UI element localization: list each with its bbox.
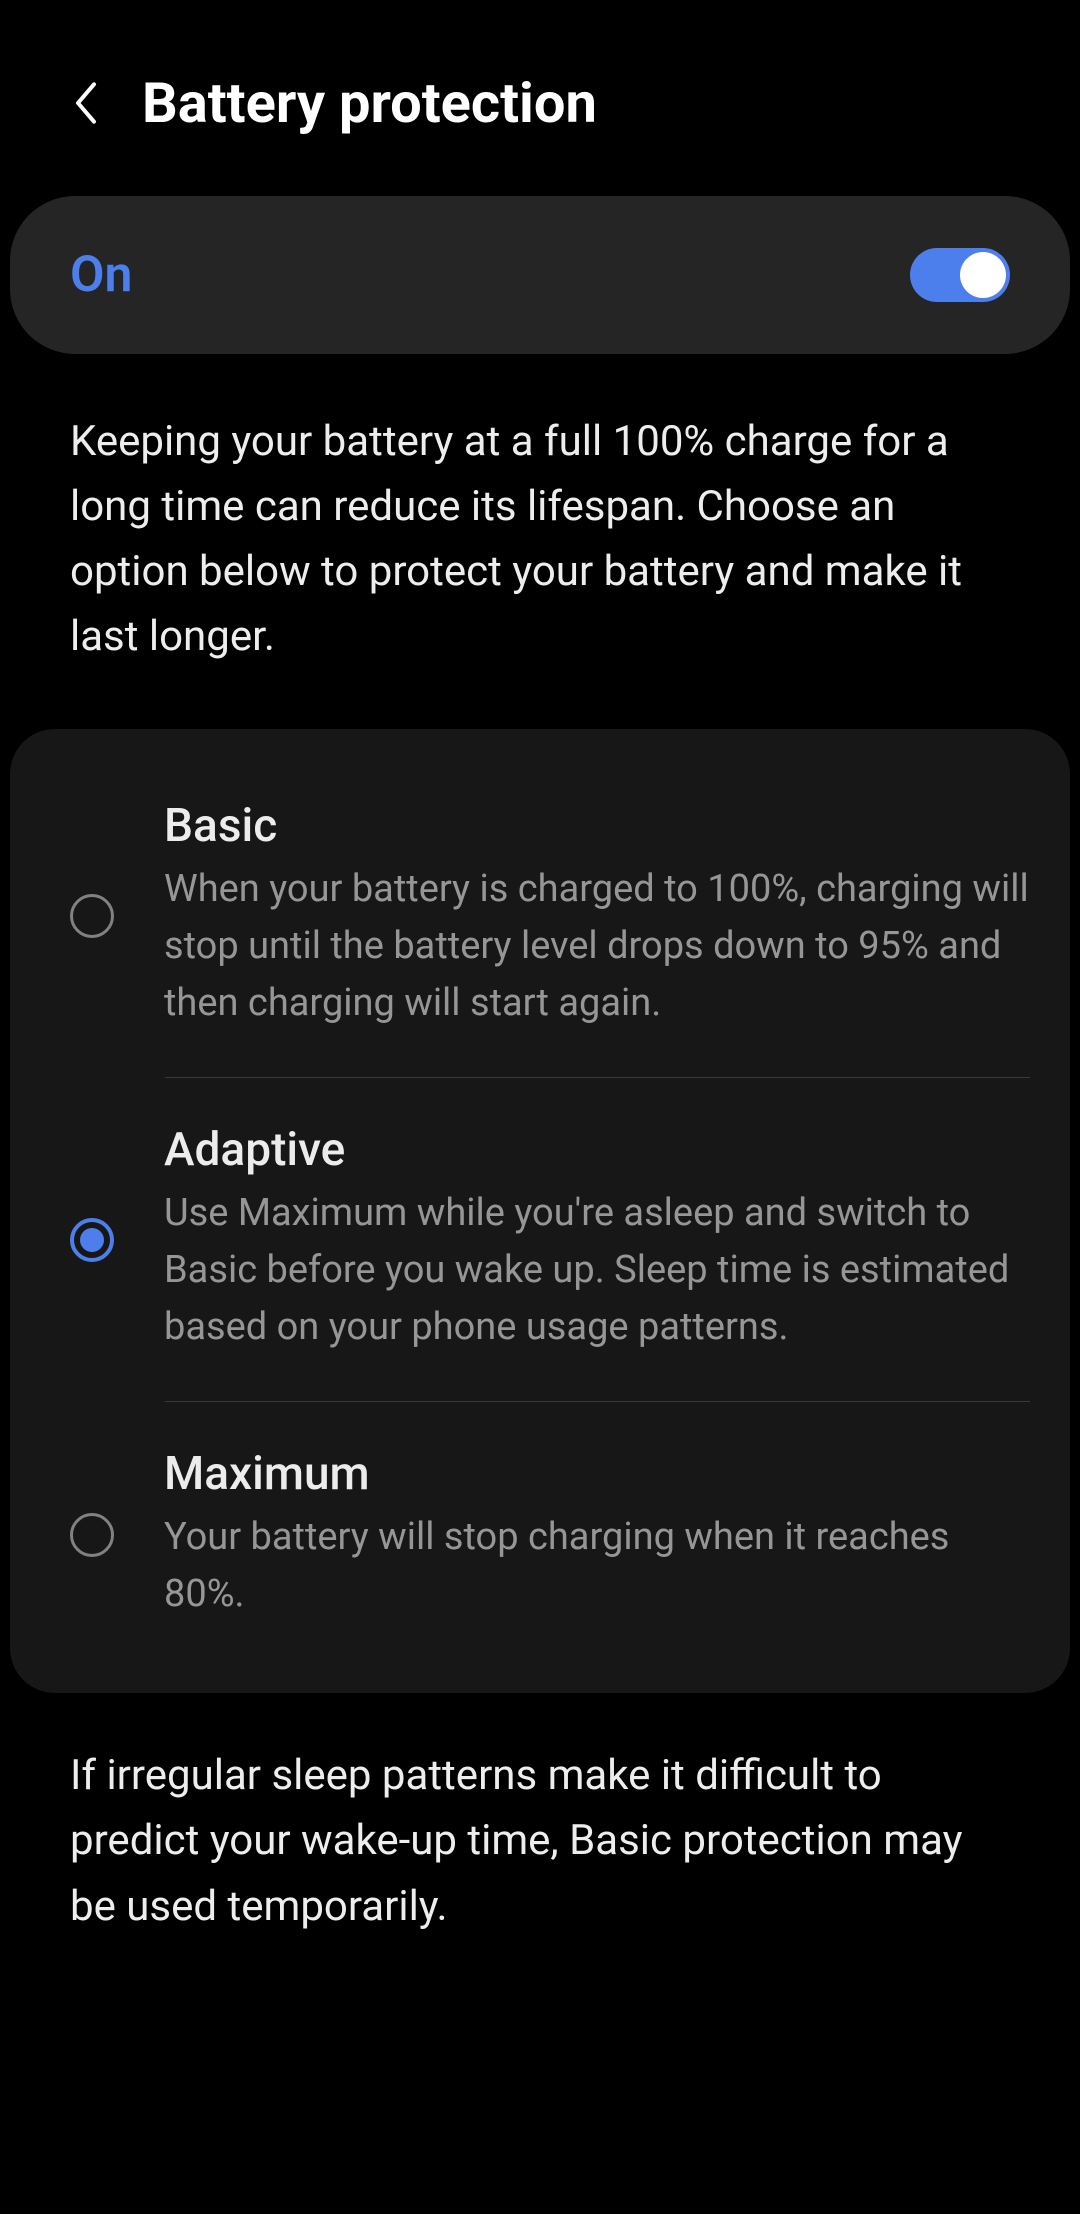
divider <box>165 1401 1030 1402</box>
header: Battery protection <box>0 0 1080 186</box>
page-description: Keeping your battery at a full 100% char… <box>0 354 1080 719</box>
option-content: Basic When your battery is charged to 10… <box>164 799 1030 1032</box>
option-content: Adaptive Use Maximum while you're asleep… <box>164 1123 1030 1356</box>
footer-note: If irregular sleep patterns make it diff… <box>0 1693 1080 1988</box>
radio-unselected-icon <box>70 1513 114 1557</box>
option-adaptive[interactable]: Adaptive Use Maximum while you're asleep… <box>70 1093 1030 1386</box>
toggle-knob <box>960 252 1006 298</box>
option-title: Maximum <box>164 1447 1030 1501</box>
protection-toggle-card[interactable]: On <box>10 196 1070 354</box>
option-content: Maximum Your battery will stop charging … <box>164 1447 1030 1623</box>
option-maximum[interactable]: Maximum Your battery will stop charging … <box>70 1417 1030 1653</box>
radio-inner <box>80 1228 104 1252</box>
option-title: Adaptive <box>164 1123 1030 1177</box>
back-icon[interactable] <box>70 79 102 127</box>
option-description: Use Maximum while you're asleep and swit… <box>164 1185 1030 1356</box>
option-title: Basic <box>164 799 1030 853</box>
toggle-switch[interactable] <box>910 248 1010 302</box>
option-basic[interactable]: Basic When your battery is charged to 10… <box>70 769 1030 1062</box>
page-title: Battery protection <box>142 70 597 136</box>
options-card: Basic When your battery is charged to 10… <box>10 729 1070 1693</box>
option-description: Your battery will stop charging when it … <box>164 1509 1030 1623</box>
radio-selected-icon <box>70 1218 114 1262</box>
divider <box>165 1077 1030 1078</box>
option-description: When your battery is charged to 100%, ch… <box>164 861 1030 1032</box>
radio-unselected-icon <box>70 894 114 938</box>
toggle-label: On <box>70 246 132 304</box>
